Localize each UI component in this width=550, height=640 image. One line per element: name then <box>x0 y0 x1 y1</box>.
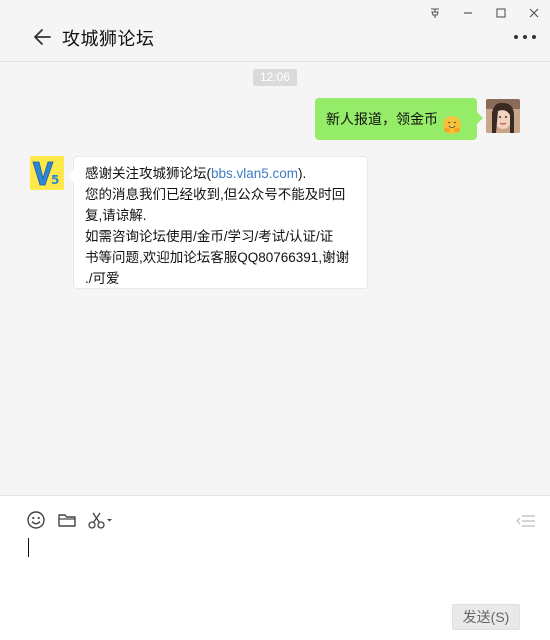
my-avatar[interactable] <box>486 99 520 133</box>
bot-message-line: 如需咨询论坛使用/金币/学习/考试/认证/证 <box>85 229 334 244</box>
message-list[interactable]: 12:06 新人报道，领金币 5 感谢关注攻城狮论坛(bbs.vlan5.com… <box>0 63 550 495</box>
bot-message-line: 感谢关注攻城狮论坛(bbs.vlan5.com). <box>85 163 357 184</box>
official-account-avatar[interactable]: 5 <box>30 156 64 190</box>
my-message-bubble[interactable]: 新人报道，领金币 <box>315 98 483 140</box>
bot-message-line: 复,请谅解. <box>85 208 147 223</box>
text-input-caret[interactable] <box>28 538 29 557</box>
bot-message-line: 您的消息我们已经收到,但公众号不能及时回 <box>85 187 346 202</box>
scissors-icon[interactable] <box>87 510 113 530</box>
message-input-area: 发送(S) <box>0 495 550 640</box>
v5-logo-text: 5 <box>51 173 59 187</box>
more-icon[interactable] <box>514 32 536 42</box>
bot-message-bubble[interactable]: 感谢关注攻城狮论坛(bbs.vlan5.com). 您的消息我们已经收到,但公众… <box>68 156 368 289</box>
bot-message-text: ). <box>298 166 307 181</box>
forum-link[interactable]: bbs.vlan5.com <box>211 166 298 181</box>
chat-title: 攻城狮论坛 <box>62 29 155 49</box>
chat-header: 攻城狮论坛 <box>0 0 550 62</box>
bot-message-line: 书等问题,欢迎加论坛客服QQ80766391,谢谢 <box>85 250 350 265</box>
bot-message-line: ./可爱 <box>85 271 120 286</box>
send-button[interactable]: 发送(S) <box>452 604 520 630</box>
chat-history-icon[interactable] <box>516 514 536 528</box>
arrow-left-icon[interactable] <box>32 26 54 48</box>
my-message-text: 新人报道，领金币 <box>326 111 438 127</box>
bot-message-text: 感谢关注攻城狮论坛( <box>85 166 211 181</box>
smiley-icon[interactable] <box>26 510 46 530</box>
chat-window: 攻城狮论坛 12:06 新人报道，领金币 5 感谢关注攻城狮论坛(bbs.vla… <box>0 0 550 640</box>
folder-icon[interactable] <box>57 510 77 530</box>
hugging-face-emoji <box>442 109 462 134</box>
timestamp: 12:06 <box>253 69 297 86</box>
